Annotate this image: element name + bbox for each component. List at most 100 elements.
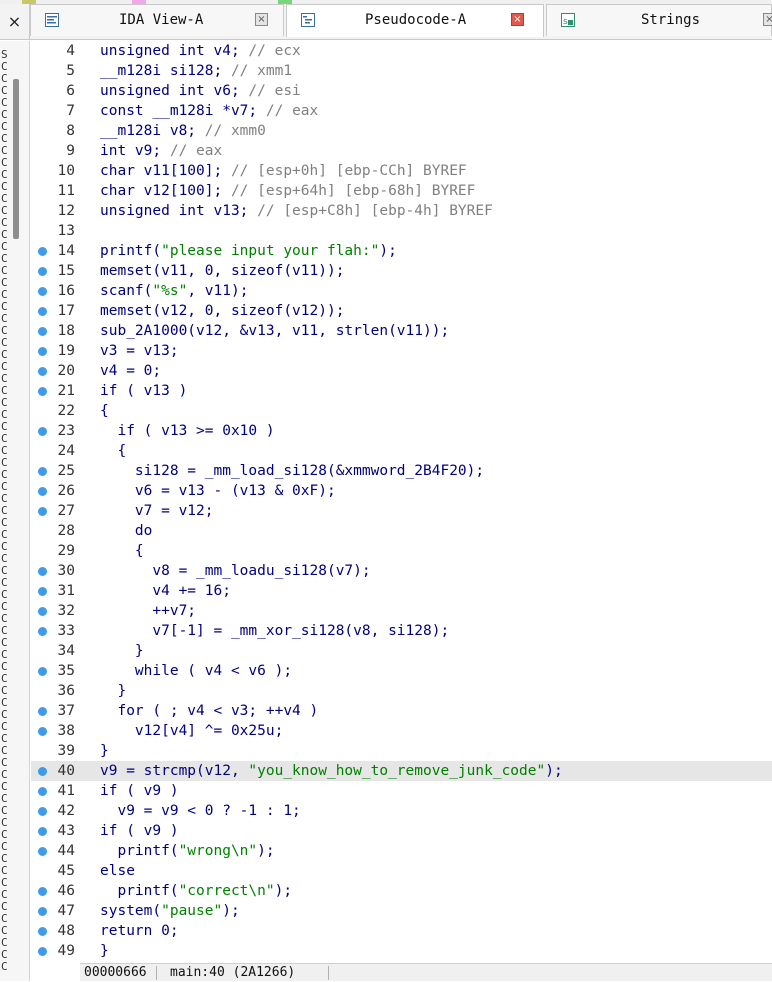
close-icon[interactable]: × [763, 13, 772, 26]
code-line[interactable]: 28 do [31, 521, 772, 541]
code-text: sub_2A1000(v12, &v13, v11, strlen(v11)); [100, 323, 450, 339]
close-panel-button[interactable]: × [0, 4, 30, 40]
line-number: 19 [57, 343, 75, 359]
code-line[interactable]: 17 memset(v12, 0, sizeof(v12)); [31, 301, 772, 321]
code-line[interactable]: 42 v9 = v9 < 0 ? -1 : 1; [31, 801, 772, 821]
line-number: 22 [57, 403, 75, 419]
code-line[interactable]: 41 if ( v9 ) [31, 781, 772, 801]
code-line[interactable]: 22 { [31, 401, 772, 421]
code-line[interactable]: 21 if ( v13 ) [31, 381, 772, 401]
code-line[interactable]: 27 v7 = v12; [31, 501, 772, 521]
status-location: main:40 (2A1266) [170, 965, 296, 980]
code-text: __m128i si128; // xmm1 [100, 63, 293, 79]
code-line[interactable]: 19 v3 = v13; [31, 341, 772, 361]
code-line[interactable]: 40 v9 = strcmp(v12, "you_know_how_to_remo… [31, 761, 772, 781]
line-number: 46 [57, 883, 75, 899]
code-line[interactable]: 15 memset(v11, 0, sizeof(v11)); [31, 261, 772, 281]
line-number: 15 [57, 263, 75, 279]
code-line[interactable]: 48 return 0; [31, 921, 772, 941]
code-text: int v9; // eax [100, 143, 223, 159]
line-number: 24 [57, 443, 75, 459]
tab-pseudocode-a[interactable]: Pseudocode-A × [286, 4, 544, 37]
code-line[interactable]: 24 { [31, 441, 772, 461]
code-line[interactable]: 23 if ( v13 >= 0x10 ) [31, 421, 772, 441]
code-line[interactable]: 11 char v12[100]; // [esp+64h] [ebp-68h] … [31, 181, 772, 201]
status-separator [328, 966, 329, 980]
code-line[interactable]: 38 v12[v4] ^= 0x25u; [31, 721, 772, 741]
code-text: return 0; [100, 923, 179, 939]
tab-strings[interactable]: s Strings × [546, 4, 772, 36]
code-line[interactable]: 10 char v11[100]; // [esp+0h] [ebp-CCh] B… [31, 161, 772, 181]
code-line[interactable]: 34 } [31, 641, 772, 661]
code-line[interactable]: 36 } [31, 681, 772, 701]
code-line[interactable]: 7 const __m128i *v7; // eax [31, 101, 772, 121]
code-text: scanf("%s", v11); [100, 283, 249, 299]
code-text: unsigned int v6; // esi [100, 83, 301, 99]
tab-ida-view-a[interactable]: IDA View-A × [30, 4, 284, 36]
line-number: 10 [57, 163, 75, 179]
code-line[interactable]: 31 v4 += 16; [31, 581, 772, 601]
code-line[interactable]: 26 v6 = v13 - (v13 & 0xF); [31, 481, 772, 501]
code-line[interactable]: 6 unsigned int v6; // esi [31, 81, 772, 101]
line-number: 43 [57, 823, 75, 839]
strings-icon: s [561, 13, 575, 27]
code-line[interactable]: 49} [31, 941, 772, 961]
line-number: 23 [57, 423, 75, 439]
pseudocode-view[interactable]: 4 unsigned int v4; // ecx 5 __m128i si128; … [31, 41, 772, 961]
code-line[interactable]: 33 v7[-1] = _mm_xor_si128(v8, si128); [31, 621, 772, 641]
code-text: memset(v12, 0, sizeof(v12)); [100, 303, 345, 319]
code-text: do [100, 523, 153, 539]
line-number: 12 [57, 203, 75, 219]
code-line[interactable]: 14 printf("please input your flah:"); [31, 241, 772, 261]
line-number: 7 [66, 103, 75, 119]
code-text: memset(v11, 0, sizeof(v11)); [100, 263, 345, 279]
code-line[interactable]: 37 for ( ; v4 < v3; ++v4 ) [31, 701, 772, 721]
code-line[interactable]: 29 { [31, 541, 772, 561]
code-line[interactable]: 25 si128 = _mm_load_si128(&xmmword_2B4F2… [31, 461, 772, 481]
code-line[interactable]: 43 if ( v9 ) [31, 821, 772, 841]
line-number: 5 [66, 63, 75, 79]
code-text: } [100, 683, 127, 699]
code-line[interactable]: 8 __m128i v8; // xmm0 [31, 121, 772, 141]
code-text: v12[v4] ^= 0x25u; [100, 723, 284, 739]
line-number: 17 [57, 303, 75, 319]
close-icon[interactable]: × [255, 13, 268, 26]
line-number: 48 [57, 923, 75, 939]
code-line[interactable]: 35 while ( v4 < v6 ); [31, 661, 772, 681]
overview-scrollbar[interactable] [13, 79, 19, 239]
line-number: 28 [57, 523, 75, 539]
overview-glyph: C [1, 960, 8, 973]
code-text: { [100, 543, 144, 559]
code-line[interactable]: 32 ++v7; [31, 601, 772, 621]
line-number: 31 [57, 583, 75, 599]
line-number: 36 [57, 683, 75, 699]
line-number: 16 [57, 283, 75, 299]
line-number: 27 [57, 503, 75, 519]
line-number: 35 [57, 663, 75, 679]
line-number: 6 [66, 83, 75, 99]
code-line[interactable]: 30 v8 = _mm_loadu_si128(v7); [31, 561, 772, 581]
line-number: 9 [66, 143, 75, 159]
code-line[interactable]: 4 unsigned int v4; // ecx [31, 41, 772, 61]
code-line[interactable]: 20 v4 = 0; [31, 361, 772, 381]
code-line[interactable]: 45 else [31, 861, 772, 881]
code-text: char v11[100]; // [esp+0h] [ebp-CCh] BYR… [100, 163, 467, 179]
code-line[interactable]: 18 sub_2A1000(v12, &v13, v11, strlen(v11)… [31, 321, 772, 341]
code-line[interactable]: 46 printf("correct\n"); [31, 881, 772, 901]
line-number: 30 [57, 563, 75, 579]
line-number: 40 [57, 763, 75, 779]
code-line[interactable]: 12 unsigned int v13; // [esp+C8h] [ebp-4h… [31, 201, 772, 221]
code-line[interactable]: 9 int v9; // eax [31, 141, 772, 161]
close-icon[interactable]: × [511, 13, 524, 26]
code-line[interactable]: 5 __m128i si128; // xmm1 [31, 61, 772, 81]
code-text: __m128i v8; // xmm0 [100, 123, 266, 139]
code-line[interactable]: 44 printf("wrong\n"); [31, 841, 772, 861]
code-line[interactable]: 13 [31, 221, 772, 241]
code-text: printf("please input your flah:"); [100, 243, 397, 259]
code-line[interactable]: 47 system("pause"); [31, 901, 772, 921]
code-text: unsigned int v4; // ecx [100, 43, 301, 59]
code-line[interactable]: 16 scanf("%s", v11); [31, 281, 772, 301]
code-line[interactable]: 39} [31, 741, 772, 761]
line-number: 8 [66, 123, 75, 139]
code-text: v7[-1] = _mm_xor_si128(v8, si128); [100, 623, 450, 639]
